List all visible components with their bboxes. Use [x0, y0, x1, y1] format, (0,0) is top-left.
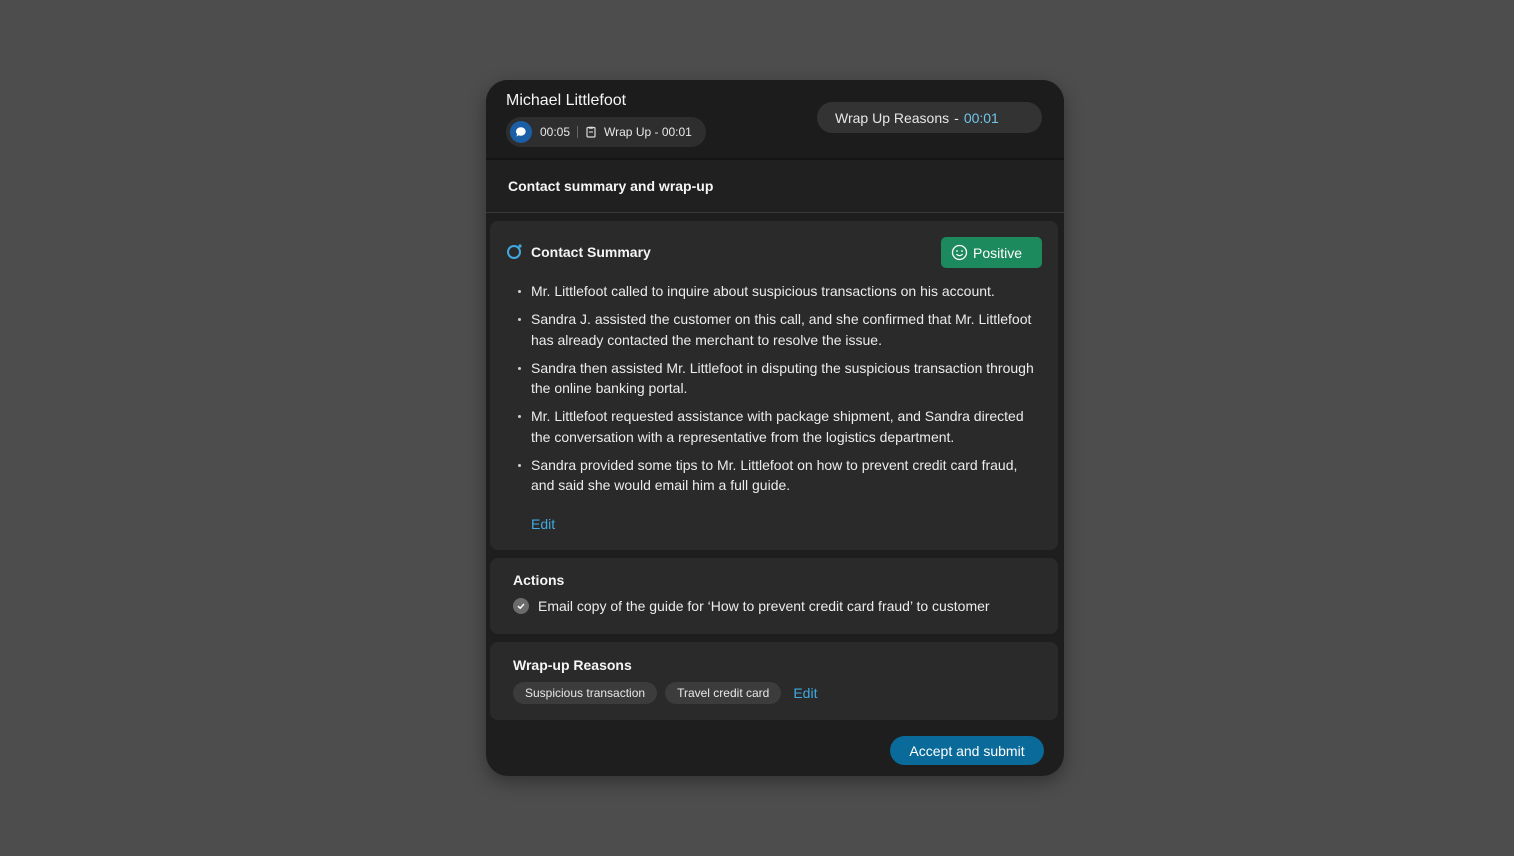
reason-chip[interactable]: Travel credit card: [665, 682, 782, 704]
accept-and-submit-button[interactable]: Accept and submit: [890, 736, 1044, 765]
contact-summary-card: Contact Summary Positive Mr. Littlefoot …: [490, 221, 1058, 550]
wrap-up-reason-chips: Suspicious transaction Travel credit car…: [513, 682, 817, 704]
reason-chip[interactable]: Suspicious transaction: [513, 682, 658, 704]
wrap-up-reasons-timer: 00:01: [963, 109, 999, 126]
action-item-text: Email copy of the guide for ‘How to prev…: [538, 598, 990, 614]
contact-summary-title: Contact Summary: [531, 244, 651, 260]
wrap-up-reasons-title: Wrap-up Reasons: [513, 657, 632, 673]
wrap-up-timer: Wrap Up - 00:01: [604, 125, 692, 139]
sentiment-badge: Positive: [941, 237, 1042, 268]
ai-summary-icon: [506, 243, 523, 265]
wrap-up-reasons-label: Wrap Up Reasons: [835, 109, 950, 126]
edit-summary-link[interactable]: Edit: [531, 516, 555, 532]
actions-title: Actions: [513, 572, 565, 588]
sentiment-label: Positive: [973, 244, 1023, 261]
summary-bullet: Sandra then assisted Mr. Littlefoot in d…: [517, 358, 1037, 399]
section-divider: [486, 212, 1064, 213]
summary-bullet: Mr. Littlefoot requested assistance with…: [517, 406, 1037, 447]
actions-card: Actions Email copy of the guide for ‘How…: [490, 558, 1058, 634]
check-circle-icon: [513, 598, 529, 614]
smiley-icon: [951, 244, 968, 261]
summary-bullet: Sandra provided some tips to Mr. Littlef…: [517, 455, 1037, 496]
section-title: Contact summary and wrap-up: [508, 178, 714, 194]
wrap-up-panel: Michael Littlefoot 00:05 Wrap Up - 00:01…: [486, 80, 1064, 776]
edit-reasons-link[interactable]: Edit: [793, 685, 817, 701]
panel-header: Michael Littlefoot 00:05 Wrap Up - 00:01…: [486, 80, 1064, 158]
wrap-up-reasons-dash: -: [954, 109, 959, 126]
chat-bubble-icon: [510, 121, 532, 143]
summary-bullet: Sandra J. assisted the customer on this …: [517, 309, 1037, 350]
wrap-up-reasons-pill[interactable]: Wrap Up Reasons - 00:01: [817, 102, 1042, 133]
clipboard-icon: [585, 126, 597, 138]
customer-name: Michael Littlefoot: [506, 92, 627, 109]
action-item: Email copy of the guide for ‘How to prev…: [513, 598, 990, 614]
summary-bullet: Mr. Littlefoot called to inquire about s…: [517, 281, 1037, 302]
separator: [577, 126, 579, 138]
call-status-pill: 00:05 Wrap Up - 00:01: [506, 117, 706, 147]
wrap-up-reasons-card: Wrap-up Reasons Suspicious transaction T…: [490, 642, 1058, 720]
call-timer: 00:05: [540, 125, 571, 139]
summary-bullet-list: Mr. Littlefoot called to inquire about s…: [517, 281, 1037, 503]
